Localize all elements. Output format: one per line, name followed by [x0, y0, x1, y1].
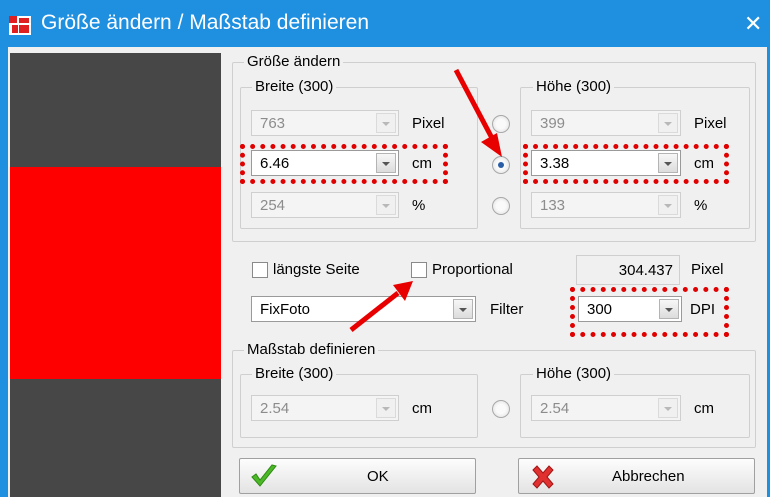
filter-label: Filter [490, 301, 524, 318]
scale-group-legend: Maßstab definieren [244, 341, 379, 358]
width-pixel-unit: Pixel [412, 115, 445, 132]
cancel-button[interactable]: Abbrechen [518, 458, 755, 494]
filter-select[interactable]: FixFoto [251, 296, 476, 322]
scale-width-field[interactable]: 2.54 [251, 395, 399, 421]
width-group-legend: Breite (300) [252, 78, 337, 95]
highlight-dpi [570, 287, 729, 337]
height-group-legend: Höhe (300) [533, 78, 615, 95]
height-percent-field[interactable]: 133 [531, 192, 681, 218]
highlight-height-cm [523, 144, 729, 184]
unit-radio-percent[interactable] [492, 197, 510, 215]
longest-side-label: längste Seite [273, 261, 360, 278]
longest-side-checkbox[interactable] [252, 262, 268, 278]
ok-button[interactable]: OK [239, 458, 476, 494]
scale-height-legend: Höhe (300) [533, 365, 615, 382]
chevron-down-icon[interactable] [658, 195, 678, 215]
chevron-down-icon[interactable] [658, 398, 678, 418]
window-border [0, 47, 8, 497]
width-percent-field[interactable]: 254 [251, 192, 399, 218]
image-preview [10, 53, 221, 497]
proportional-checkbox[interactable] [411, 262, 427, 278]
scale-height-unit: cm [694, 400, 714, 417]
title-bar: Größe ändern / Maßstab definieren ✕ [0, 0, 770, 47]
preview-image-content [10, 167, 221, 379]
unit-radio-pixel[interactable] [492, 115, 510, 133]
height-pixel-unit: Pixel [694, 115, 727, 132]
height-pixel-field[interactable]: 399 [531, 110, 681, 136]
height-percent-unit: % [694, 197, 708, 214]
width-pixel-field[interactable]: 763 [251, 110, 399, 136]
scale-radio[interactable] [492, 400, 510, 418]
longest-pixel-value: 304.437 [576, 255, 680, 285]
chevron-down-icon[interactable] [376, 113, 396, 133]
scale-width-legend: Breite (300) [252, 365, 337, 382]
resize-app-icon [9, 16, 31, 35]
chevron-down-icon[interactable] [376, 398, 396, 418]
longest-pixel-unit: Pixel [691, 261, 724, 278]
chevron-down-icon[interactable] [376, 195, 396, 215]
red-x-icon [532, 465, 554, 489]
scale-width-unit: cm [412, 400, 432, 417]
scale-height-field[interactable]: 2.54 [531, 395, 681, 421]
proportional-label: Proportional [432, 261, 513, 278]
width-percent-unit: % [412, 197, 426, 214]
close-icon[interactable]: ✕ [744, 11, 762, 37]
chevron-down-icon[interactable] [658, 113, 678, 133]
window-title: Größe ändern / Maßstab definieren [41, 11, 370, 34]
ok-button-label: OK [367, 468, 389, 485]
cancel-button-label: Abbrechen [612, 468, 685, 485]
chevron-down-icon[interactable] [453, 299, 473, 319]
green-check-icon [251, 464, 277, 487]
resize-group-legend: Größe ändern [244, 53, 344, 70]
unit-radio-cm[interactable] [492, 156, 510, 174]
highlight-width-cm [240, 144, 448, 184]
